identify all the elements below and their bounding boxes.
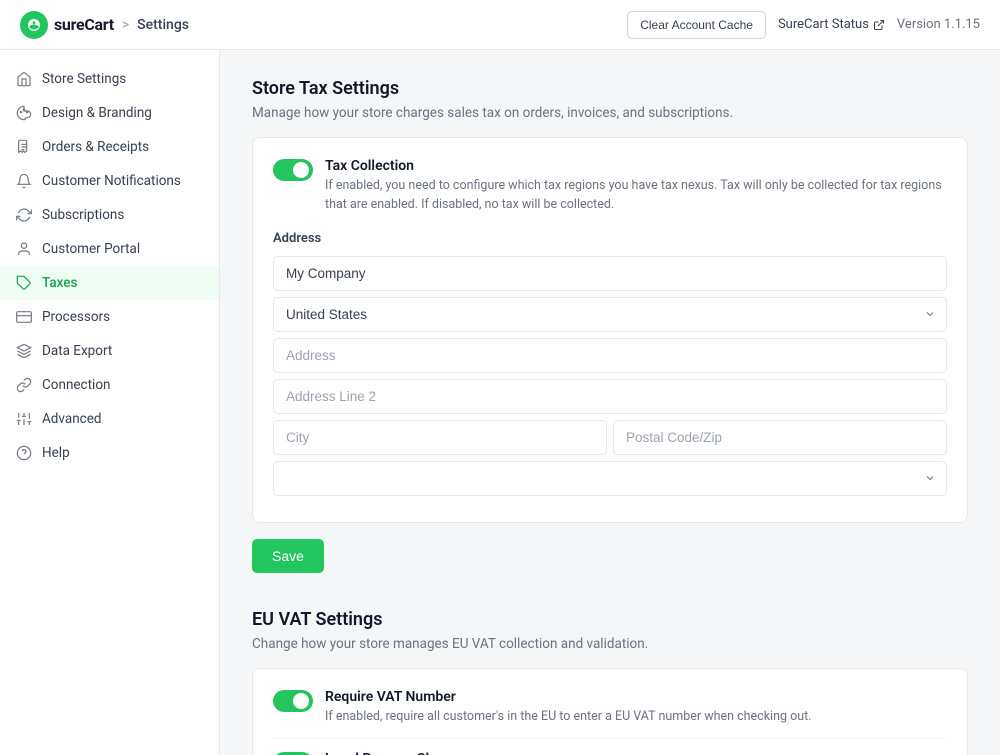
surecart-status-link[interactable]: SureCart Status [778, 17, 885, 32]
store-tax-section: Store Tax Settings Manage how your store… [252, 78, 968, 573]
address-section: Address United States Canada United King… [273, 231, 947, 502]
address-input[interactable] [273, 338, 947, 373]
header-right: Clear Account Cache SureCart Status Vers… [627, 11, 980, 39]
tax-collection-slider [273, 159, 313, 181]
state-select[interactable]: California New York Texas [273, 461, 947, 496]
sidebar-label-processors: Processors [42, 309, 110, 325]
sidebar-item-store-settings[interactable]: Store Settings [0, 62, 219, 96]
eu-vat-desc: Change how your store manages EU VAT col… [252, 636, 968, 652]
surecart-logo-icon [20, 11, 48, 39]
local-reverse-row: Local Reverse Charge If enabled, apply r… [273, 751, 947, 755]
city-input[interactable] [273, 420, 607, 455]
require-vat-row: Require VAT Number If enabled, require a… [273, 689, 947, 727]
sidebar-item-customer-notifications[interactable]: Customer Notifications [0, 164, 219, 198]
store-tax-card: Tax Collection If enabled, you need to c… [252, 137, 968, 523]
address2-input[interactable] [273, 379, 947, 414]
sliders-icon [16, 411, 32, 427]
receipt-icon [16, 139, 32, 155]
store-tax-title: Store Tax Settings [252, 78, 968, 99]
sidebar-item-customer-portal[interactable]: Customer Portal [0, 232, 219, 266]
tax-collection-toggle[interactable] [273, 159, 313, 181]
surecart-status-label: SureCart Status [778, 17, 869, 32]
require-vat-title: Require VAT Number [325, 689, 947, 705]
store-icon [16, 71, 32, 87]
top-header: sureCart > Settings Clear Account Cache … [0, 0, 1000, 50]
city-postal-row [273, 420, 947, 455]
sidebar-label-customer-notifications: Customer Notifications [42, 173, 181, 189]
sidebar-label-subscriptions: Subscriptions [42, 207, 124, 223]
local-reverse-labels: Local Reverse Charge If enabled, apply r… [325, 751, 947, 755]
tax-collection-labels: Tax Collection If enabled, you need to c… [325, 158, 947, 215]
sidebar-item-taxes[interactable]: Taxes [0, 266, 219, 300]
local-reverse-title: Local Reverse Charge [325, 751, 947, 755]
external-link-icon [873, 19, 885, 31]
bell-icon [16, 173, 32, 189]
clear-cache-button[interactable]: Clear Account Cache [627, 11, 766, 39]
toggle-divider [273, 738, 947, 739]
sidebar-label-data-export: Data Export [42, 343, 112, 359]
sidebar-label-orders-receipts: Orders & Receipts [42, 139, 149, 155]
store-tax-desc: Manage how your store charges sales tax … [252, 105, 968, 121]
tag-icon [16, 275, 32, 291]
content-area: Store Tax Settings Manage how your store… [220, 50, 1000, 755]
require-vat-desc: If enabled, require all customer's in th… [325, 708, 947, 727]
logo-text: sureCart [54, 15, 114, 34]
paint-icon [16, 105, 32, 121]
sidebar-item-advanced[interactable]: Advanced [0, 402, 219, 436]
layers-icon [16, 343, 32, 359]
breadcrumb-separator: > [122, 17, 129, 33]
company-name-input[interactable] [273, 256, 947, 291]
version-label: Version 1.1.15 [897, 17, 980, 32]
sidebar-item-processors[interactable]: Processors [0, 300, 219, 334]
sidebar-label-design-branding: Design & Branding [42, 105, 152, 121]
require-vat-toggle[interactable] [273, 690, 313, 712]
eu-vat-section: EU VAT Settings Change how your store ma… [252, 609, 968, 755]
tax-collection-row: Tax Collection If enabled, you need to c… [273, 158, 947, 215]
eu-vat-card: Require VAT Number If enabled, require a… [252, 668, 968, 755]
link-icon [16, 377, 32, 393]
logo-area: sureCart [20, 11, 114, 39]
sidebar-label-taxes: Taxes [42, 275, 77, 291]
sidebar-item-data-export[interactable]: Data Export [0, 334, 219, 368]
main-layout: Store Settings Design & Branding Orders … [0, 50, 1000, 755]
refresh-icon [16, 207, 32, 223]
country-select[interactable]: United States Canada United Kingdom [273, 297, 947, 332]
tax-collection-desc: If enabled, you need to configure which … [325, 177, 947, 215]
page-title: Settings [137, 17, 189, 33]
credit-card-icon [16, 309, 32, 325]
require-vat-slider [273, 690, 313, 712]
sidebar-item-help[interactable]: Help [0, 436, 219, 470]
sidebar-item-connection[interactable]: Connection [0, 368, 219, 402]
sidebar: Store Settings Design & Branding Orders … [0, 50, 220, 755]
person-icon [16, 241, 32, 257]
header-left: sureCart > Settings [20, 11, 189, 39]
require-vat-labels: Require VAT Number If enabled, require a… [325, 689, 947, 727]
sidebar-item-design-branding[interactable]: Design & Branding [0, 96, 219, 130]
save-button[interactable]: Save [252, 539, 324, 573]
sidebar-item-subscriptions[interactable]: Subscriptions [0, 198, 219, 232]
sidebar-label-connection: Connection [42, 377, 110, 393]
postal-code-input[interactable] [613, 420, 947, 455]
sidebar-label-advanced: Advanced [42, 411, 102, 427]
sidebar-label-store-settings: Store Settings [42, 71, 126, 87]
sidebar-label-help: Help [42, 445, 70, 461]
sidebar-item-orders-receipts[interactable]: Orders & Receipts [0, 130, 219, 164]
address-label: Address [273, 231, 947, 246]
help-circle-icon [16, 445, 32, 461]
tax-collection-title: Tax Collection [325, 158, 947, 174]
eu-vat-title: EU VAT Settings [252, 609, 968, 630]
sidebar-label-customer-portal: Customer Portal [42, 241, 140, 257]
